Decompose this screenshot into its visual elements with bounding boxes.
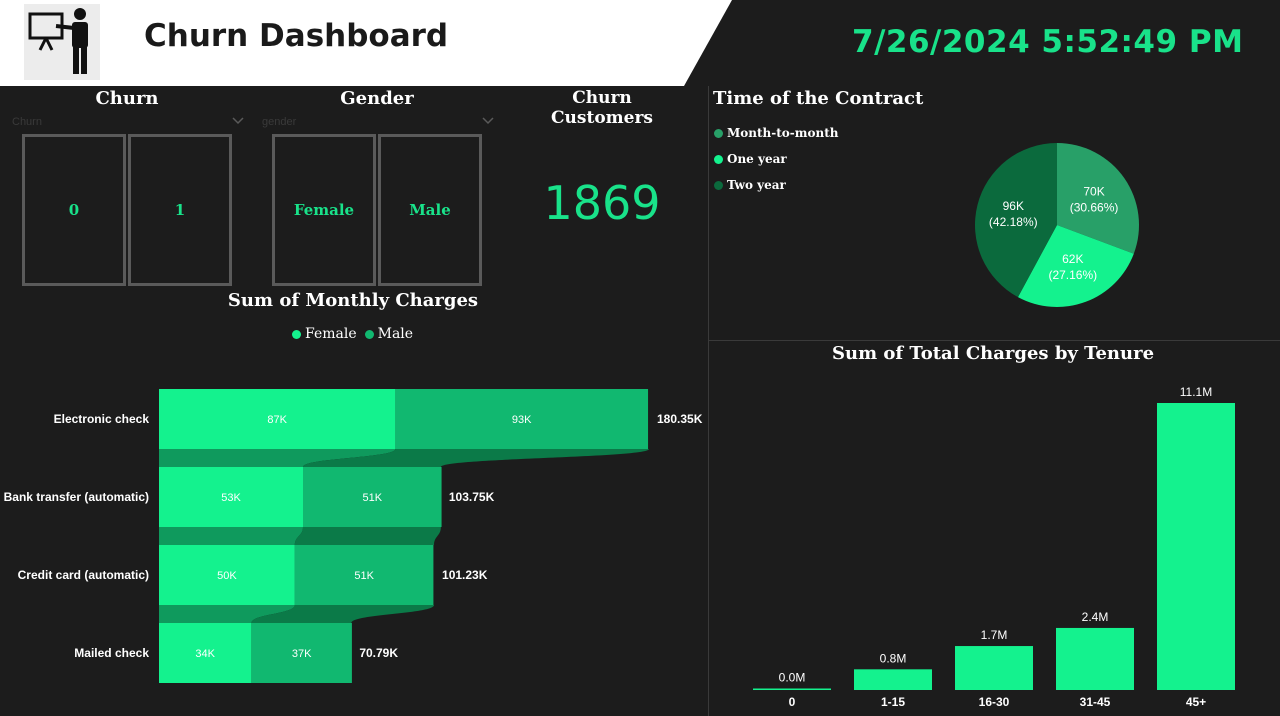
churn-option-1[interactable]: 1	[128, 134, 232, 286]
kpi-value: 1869	[543, 176, 661, 230]
monthly-chart-title: Sum of Monthly Charges	[227, 290, 479, 311]
bar-value-label: 2.4M	[1082, 610, 1109, 624]
pie-percent-label: (42.18%)	[989, 215, 1038, 229]
dashboard-title: Churn Dashboard	[144, 18, 449, 54]
segment-label: 34K	[195, 648, 215, 660]
legend-dot	[714, 128, 723, 138]
x-tick-label: 31-45	[1080, 695, 1111, 709]
x-tick-label: 45+	[1186, 695, 1206, 709]
tenure-bar[interactable]	[955, 646, 1033, 690]
gender-slicer-field: gender	[262, 116, 297, 128]
gender-option-male[interactable]: Male	[378, 134, 482, 286]
category-label: Credit card (automatic)	[18, 568, 149, 582]
x-tick-label: 16-30	[979, 695, 1010, 709]
legend-item-female[interactable]: Female	[292, 326, 357, 342]
tenure-chart-title: Sum of Total Charges by Tenure	[831, 343, 1155, 364]
gender-slicer-title: Gender	[340, 88, 414, 109]
pie-legend: Month-to-month One year Two year	[714, 120, 838, 198]
legend-label: Male	[377, 326, 414, 342]
bar-value-label: 0.8M	[880, 651, 907, 665]
ribbon	[294, 527, 441, 545]
churn-slicer-title: Churn	[95, 88, 159, 109]
total-label: 180.35K	[657, 412, 703, 426]
total-label: 101.23K	[442, 568, 488, 582]
pie-percent-label: (27.16%)	[1048, 268, 1097, 282]
contract-chart-title: Time of the Contract	[713, 88, 924, 109]
pie-value-label: 70K	[1083, 184, 1104, 198]
segment-label: 50K	[217, 570, 237, 582]
segment-label: 51K	[354, 570, 374, 582]
bar-value-label: 0.0M	[779, 671, 806, 685]
tenure-bar[interactable]	[854, 669, 932, 690]
segment-label: 53K	[221, 492, 241, 504]
churn-slicer-field: Churn	[12, 116, 42, 128]
datetime-display: 7/26/2024 5:52:49 PM	[852, 24, 1244, 60]
pie-value-label: 62K	[1062, 252, 1083, 266]
bar-value-label: 1.7M	[981, 628, 1008, 642]
legend-dot	[714, 180, 723, 190]
total-label: 70.79K	[359, 646, 398, 660]
x-tick-label: 1-15	[881, 695, 905, 709]
legend-label: Female	[305, 326, 357, 342]
divider	[708, 340, 1280, 341]
chevron-down-icon[interactable]	[230, 113, 246, 129]
tenure-bar[interactable]	[1157, 403, 1235, 690]
legend-item[interactable]: Month-to-month	[714, 120, 838, 146]
bar-value-label: 11.1M	[1180, 385, 1212, 399]
legend-dot	[364, 329, 374, 339]
legend-dot	[292, 329, 301, 339]
legend-label: Month-to-month	[727, 126, 839, 140]
legend-item[interactable]: One year	[714, 146, 838, 172]
divider	[708, 86, 709, 716]
segment-label: 93K	[512, 414, 532, 426]
monthly-charges-bar-chart: Electronic check 87K 93K 180.35K Bank transf…	[4, 389, 703, 683]
bar-legend: Female Male	[292, 326, 413, 342]
category-label: Electronic check	[54, 412, 150, 426]
chevron-down-icon[interactable]	[480, 113, 496, 129]
legend-item-male[interactable]: Male	[364, 326, 414, 342]
category-label: Bank transfer (automatic)	[4, 490, 149, 504]
contract-pie-chart: 70K (30.66%) 62K (27.16%) 96K (42.18%)	[975, 143, 1139, 307]
ribbon	[159, 527, 303, 545]
pie-value-label: 96K	[1003, 199, 1024, 213]
tenure-bar[interactable]	[1056, 627, 1134, 690]
presenter-icon	[24, 4, 100, 80]
gender-option-female[interactable]: Female	[272, 134, 376, 286]
legend-label: Two year	[727, 178, 786, 192]
pie-percent-label: (30.66%)	[1070, 200, 1119, 214]
tenure-bar[interactable]	[753, 688, 831, 691]
tenure-bar-chart: 0.0M 0 0.8M 1-15 1.7M 16-30 2.4M 31-45 11.1M 45+	[753, 385, 1235, 709]
kpi-title: Churn Customers	[551, 88, 653, 128]
legend-dot	[714, 154, 723, 164]
total-label: 103.75K	[449, 490, 495, 504]
legend-label: One year	[727, 152, 787, 166]
segment-label: 87K	[267, 414, 287, 426]
x-tick-label: 0	[789, 695, 796, 709]
churn-option-0[interactable]: 0	[22, 134, 126, 286]
segment-label: 51K	[362, 492, 382, 504]
segment-label: 37K	[292, 648, 312, 660]
category-label: Mailed check	[74, 646, 149, 660]
legend-item[interactable]: Two year	[714, 172, 838, 198]
